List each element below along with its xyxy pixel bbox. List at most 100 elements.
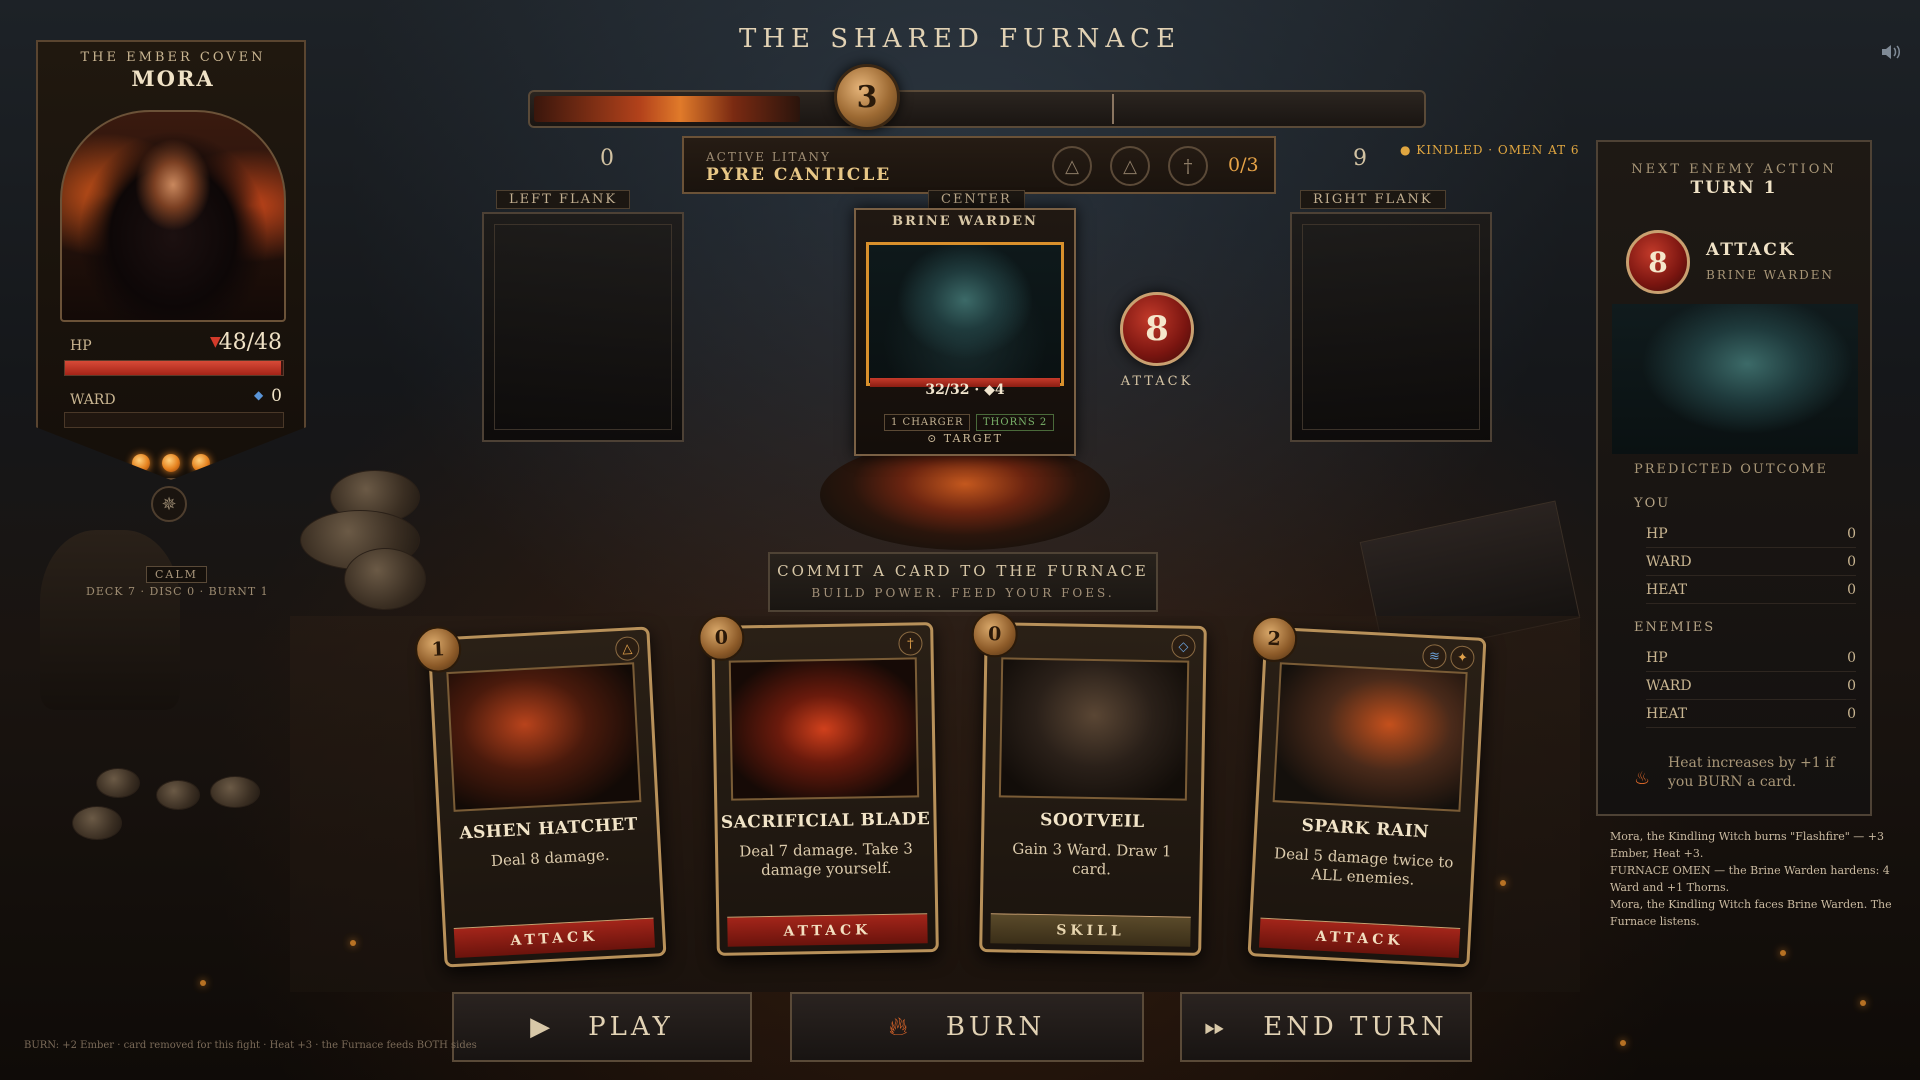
- power-track: [528, 90, 1426, 128]
- ward-bar: [64, 412, 284, 428]
- ember-counter-icon: [192, 454, 210, 472]
- you-hp-row: HP 0: [1646, 526, 1856, 548]
- you-heat-row: HEAT 0: [1646, 582, 1856, 604]
- litany-glyph-fire-icon: △: [1052, 146, 1092, 186]
- wave-element-icon: ≋: [1421, 643, 1448, 669]
- sigil-coin: [344, 548, 426, 610]
- heat-note: Heat increases by +1 if you BURN a card.: [1668, 755, 1835, 790]
- power-fill: [534, 96, 800, 122]
- stat-key: WARD: [1646, 678, 1692, 694]
- hp-bar-fill: [65, 361, 281, 375]
- enemies-label: ENEMIES: [1634, 620, 1716, 635]
- omen-note: ● KINDLED · OMEN AT 6: [1400, 143, 1580, 157]
- flame-icon: ♨: [1634, 768, 1651, 789]
- enemies-heat-row: HEAT 0: [1646, 706, 1856, 728]
- next-action-enemy-portrait: [1612, 304, 1858, 454]
- furnace[interactable]: [820, 440, 1110, 550]
- furnace-prompt: COMMIT A CARD TO THE FURNACE BUILD POWER…: [768, 552, 1158, 612]
- right-flank-label: RIGHT FLANK: [1300, 190, 1446, 209]
- power-max-label: 9: [1353, 146, 1367, 171]
- right-flank-slot[interactable]: [1290, 212, 1492, 442]
- litany-label: ACTIVE LITANY: [706, 150, 831, 164]
- card-type: SKILL: [990, 913, 1191, 947]
- card-sootveil[interactable]: 0 ◇ SOOTVEIL Gain 3 Ward. Draw 1 card. S…: [971, 610, 1207, 956]
- enemy-name: BRINE WARDEN: [892, 214, 1038, 229]
- card-description: Gain 3 Ward. Draw 1 card.: [1012, 839, 1172, 879]
- ember-counter-icon: [132, 454, 150, 472]
- enemy-intent-label: ATTACK: [1120, 374, 1194, 389]
- stat-key: HP: [1646, 650, 1668, 666]
- ward-element-icon: ◇: [1171, 634, 1196, 659]
- you-ward-row: WARD 0: [1646, 554, 1856, 576]
- omen-marker: [1112, 94, 1114, 124]
- ember-particle: [1860, 1000, 1866, 1006]
- coin: [210, 776, 260, 808]
- card-type: ATTACK: [453, 917, 656, 959]
- stat-value: 0: [1847, 650, 1856, 666]
- power-min-label: 0: [600, 146, 614, 171]
- end-turn-button[interactable]: ⏩︎ END TURN: [1180, 992, 1472, 1062]
- card-name: ASHEN HATCHET: [458, 814, 639, 844]
- pile-counts: DECK 7 · DISC 0 · BURNT 1: [86, 585, 269, 598]
- card-type: ATTACK: [727, 913, 928, 947]
- litany-glyph-fire-icon: △: [1110, 146, 1150, 186]
- stat-key: HEAT: [1646, 582, 1688, 598]
- enemy-stats: 32/32 · ◆4: [925, 382, 1005, 398]
- card-art: [1272, 662, 1468, 812]
- enemy-target-indicator: ⊙ TARGET: [927, 432, 1003, 445]
- hp-bar: [64, 360, 284, 376]
- card-spark-rain[interactable]: 2 ≋ ✦ SPARK RAIN Deal 5 damage twice to …: [1247, 614, 1487, 968]
- enemy-tag-charger: 1 CHARGER: [884, 414, 971, 431]
- blade-element-icon: †: [898, 631, 923, 656]
- play-button[interactable]: ▶ PLAY: [452, 992, 752, 1062]
- furnace-prompt-subtitle: BUILD POWER. FEED YOUR FOES.: [811, 586, 1115, 600]
- enemy-tag-thorns: THORNS 2: [976, 414, 1055, 431]
- candle-stand: [40, 530, 180, 710]
- ember-particle: [350, 940, 356, 946]
- play-icon: ▶: [530, 1012, 555, 1042]
- hp-value: 48/48: [218, 330, 282, 355]
- log-entry: FURNACE OMEN — the Brine Warden hardens:…: [1610, 864, 1890, 894]
- coin: [72, 806, 122, 840]
- next-action-title: NEXT ENEMY ACTION: [1631, 162, 1837, 177]
- stat-value: 0: [1847, 526, 1856, 542]
- enemy-card[interactable]: BRINE WARDEN 32/32 · ◆4 1 CHARGER THORNS…: [854, 208, 1076, 456]
- ember-particle: [1500, 880, 1506, 886]
- burn-button[interactable]: 🔥︎ BURN: [790, 992, 1144, 1062]
- stat-key: HP: [1646, 526, 1668, 542]
- player-coven: THE EMBER COVEN: [80, 50, 266, 65]
- hp-label: HP: [70, 338, 92, 354]
- spark-element-icon: ✦: [1449, 645, 1476, 671]
- log-entry: Mora, the Kindling Witch burns "Flashfir…: [1610, 830, 1885, 860]
- log-entry: Mora, the Kindling Witch faces Brine War…: [1610, 898, 1892, 928]
- card-description: Deal 8 damage.: [490, 845, 610, 871]
- stat-value: 0: [1847, 582, 1856, 598]
- enemies-hp-row: HP 0: [1646, 650, 1856, 672]
- next-enemy-action-panel: NEXT ENEMY ACTION TURN 1 8 ATTACK BRINE …: [1596, 140, 1872, 816]
- center-label: CENTER: [928, 190, 1025, 209]
- card-art: [446, 662, 642, 812]
- stat-key: WARD: [1646, 554, 1692, 570]
- left-flank-slot[interactable]: [482, 212, 684, 442]
- card-ashen-hatchet[interactable]: 1 △ ASHEN HATCHET Deal 8 damage. ATTACK: [413, 625, 667, 968]
- player-portrait: [60, 110, 286, 322]
- power-orb: 3: [834, 64, 900, 130]
- ember-particle: [1620, 1040, 1626, 1046]
- end-turn-button-label: END TURN: [1263, 1012, 1448, 1042]
- enemy-intent-orb: 8: [1120, 292, 1194, 366]
- speaker-icon[interactable]: [1880, 42, 1904, 64]
- coven-sigil-icon[interactable]: ✵: [151, 486, 187, 522]
- burn-button-label: BURN: [945, 1012, 1046, 1042]
- ward-label: WARD: [70, 392, 116, 408]
- card-art: [728, 657, 920, 801]
- fast-forward-icon: ⏩︎: [1204, 1011, 1230, 1042]
- stat-value: 0: [1847, 706, 1856, 722]
- card-sacrificial-blade[interactable]: 0 † SACRIFICIAL BLADE Deal 7 damage. Tak…: [697, 614, 939, 956]
- fire-element-icon: △: [614, 635, 640, 662]
- card-description: Deal 5 damage twice to ALL enemies.: [1273, 844, 1454, 889]
- next-action-enemy: BRINE WARDEN: [1706, 268, 1834, 282]
- active-litany-panel: ACTIVE LITANY PYRE CANTICLE △ △ † 0/3: [682, 136, 1276, 194]
- combat-log: Mora, the Kindling Witch burns "Flashfir…: [1610, 828, 1892, 930]
- you-label: YOU: [1634, 496, 1671, 511]
- furnace-prompt-title: COMMIT A CARD TO THE FURNACE: [777, 562, 1149, 580]
